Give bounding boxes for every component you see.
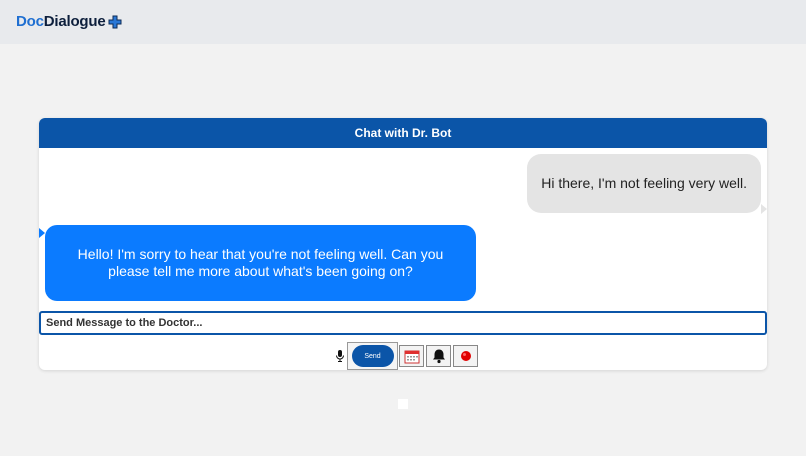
user-message-bubble: Hi there, I'm not feeling very well. xyxy=(527,154,761,213)
record-button[interactable] xyxy=(453,345,478,367)
calendar-icon xyxy=(404,350,419,363)
user-bubble-tail xyxy=(761,204,767,214)
chat-header: Chat with Dr. Bot xyxy=(39,118,767,148)
cross-icon xyxy=(108,15,121,28)
app-logo[interactable]: Doc Dialogue xyxy=(16,13,122,30)
record-icon xyxy=(460,351,471,361)
small-white-square xyxy=(398,399,408,409)
bell-icon xyxy=(432,349,445,364)
logo-text-dialogue: Dialogue xyxy=(43,13,106,30)
calendar-button[interactable] xyxy=(399,345,424,367)
send-button[interactable]: Send xyxy=(351,345,394,367)
mic-icon[interactable] xyxy=(335,349,345,363)
bot-message-bubble: Hello! I'm sorry to hear that you're not… xyxy=(45,225,476,301)
top-nav-bar: Doc Dialogue xyxy=(0,0,806,44)
notification-button[interactable] xyxy=(426,345,451,367)
logo-text-doc: Doc xyxy=(16,13,44,30)
message-input[interactable] xyxy=(39,311,767,335)
chat-controls: Send xyxy=(335,342,478,370)
chat-panel: Chat with Dr. Bot Hi there, I'm not feel… xyxy=(39,118,767,370)
send-button-frame: Send xyxy=(347,342,398,370)
